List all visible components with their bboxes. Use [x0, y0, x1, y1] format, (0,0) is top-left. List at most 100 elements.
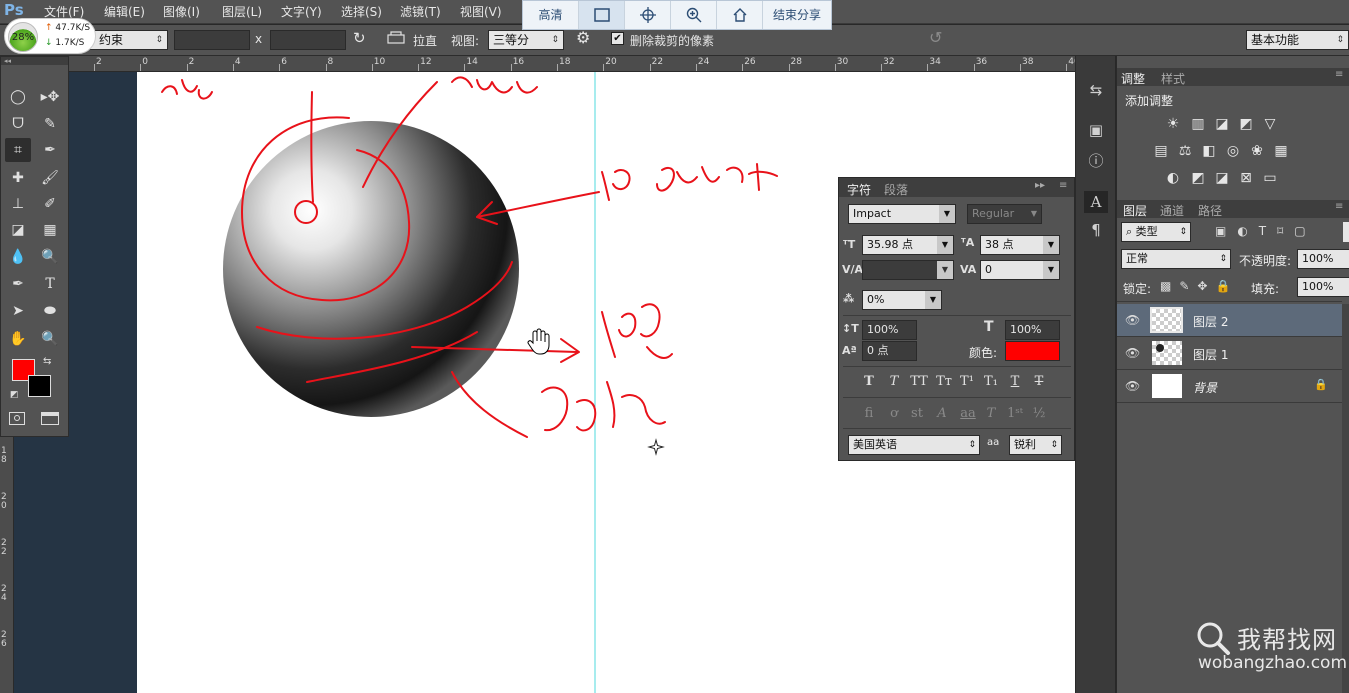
stylistic-alternates-icon[interactable]: aa	[957, 406, 979, 421]
menu-layer[interactable]: 图层(L)	[222, 3, 262, 20]
font-style-select[interactable]: Regular ▼	[967, 204, 1042, 224]
layer-name[interactable]: 图层 2	[1193, 313, 1228, 330]
quality-button[interactable]: 高清	[523, 1, 579, 29]
eye-icon[interactable]: 👁	[1125, 346, 1140, 360]
hue-saturation-icon[interactable]: ▤	[1152, 142, 1170, 160]
tab-channels[interactable]: 通道	[1160, 202, 1184, 219]
posterize-icon[interactable]: ◩	[1189, 169, 1207, 187]
gradient-map-icon[interactable]: ▭	[1261, 169, 1279, 187]
menu-select[interactable]: 选择(S)	[341, 3, 382, 20]
discretionary-ligature-icon[interactable]: st	[908, 406, 926, 421]
subscript-icon[interactable]: T₁	[982, 374, 1000, 389]
menu-edit[interactable]: 编辑(E)	[104, 3, 145, 20]
filter-toggle[interactable]	[1343, 222, 1349, 242]
menu-type[interactable]: 文字(Y)	[281, 3, 322, 20]
collapse-icon[interactable]: ▸▸	[1035, 180, 1045, 191]
hand-tool-icon[interactable]: ✋	[5, 327, 31, 351]
panel-menu-icon[interactable]: ≡	[1059, 180, 1067, 191]
titling-alternates-icon[interactable]: T	[982, 406, 1000, 421]
crop-tool-icon[interactable]: ⌗	[5, 138, 31, 162]
layer-filter-icons[interactable]: ▣◐T⌑▢	[1215, 224, 1317, 238]
menu-filter[interactable]: 滤镜(T)	[400, 3, 441, 20]
type-tool-icon[interactable]: T	[37, 272, 63, 296]
region-select-button[interactable]	[579, 1, 625, 29]
underline-icon[interactable]: T	[1006, 374, 1024, 389]
tools-panel-header[interactable]: ◂◂	[1, 57, 68, 65]
eraser-tool-icon[interactable]: ◪	[5, 218, 31, 242]
faux-bold-icon[interactable]: T	[860, 374, 878, 389]
layer-name[interactable]: 图层 1	[1193, 346, 1228, 363]
elliptical-marquee-tool-icon[interactable]: ◯	[5, 85, 31, 109]
tab-paths[interactable]: 路径	[1198, 202, 1222, 219]
fill-input[interactable]: 100%	[1297, 277, 1349, 297]
kerning-input[interactable]: ▼	[862, 260, 954, 280]
channel-mixer-icon[interactable]: ❀	[1248, 142, 1266, 160]
vertical-scale-input[interactable]: 100%	[862, 320, 917, 340]
clone-stamp-tool-icon[interactable]: ⊥	[5, 192, 31, 216]
tab-styles[interactable]: 样式	[1161, 70, 1185, 87]
lasso-tool-icon[interactable]: ᗜ	[5, 112, 31, 136]
selective-color-icon[interactable]: ⊠	[1237, 169, 1255, 187]
old-style-icon[interactable]: ơ	[885, 406, 903, 421]
baseline-shift-input[interactable]: 0 点	[862, 341, 917, 361]
levels-icon[interactable]: ▥	[1189, 115, 1207, 133]
invert-icon[interactable]: ◐	[1164, 169, 1182, 187]
layer-row-background[interactable]: 👁 背景 🔒	[1117, 370, 1342, 403]
exposure-icon[interactable]: ◩	[1237, 115, 1255, 133]
end-share-button[interactable]: 结束分享	[763, 1, 831, 29]
blur-tool-icon[interactable]: 💧	[5, 245, 31, 269]
background-color-swatch[interactable]	[28, 375, 51, 397]
font-size-input[interactable]: 35.98 点 ▼	[862, 235, 954, 255]
delete-cropped-checkbox[interactable]: ✔	[611, 31, 624, 45]
workspace-select[interactable]: 基本功能 ⇕	[1246, 30, 1349, 50]
tsume-input[interactable]: 0% ▼	[862, 290, 942, 310]
character-panel-icon[interactable]: A	[1084, 191, 1108, 213]
gradient-tool-icon[interactable]: ▦	[37, 218, 63, 242]
default-colors-icon[interactable]: ◩	[10, 390, 19, 400]
all-caps-icon[interactable]: TT	[908, 374, 930, 389]
zoom-tool-icon[interactable]: 🔍	[37, 327, 63, 351]
blend-mode-select[interactable]: 正常 ⇕	[1121, 249, 1231, 269]
ligature-icon[interactable]: ﬁ	[860, 406, 878, 421]
color-balance-icon[interactable]: ⚖	[1176, 142, 1194, 160]
language-select[interactable]: 美国英语 ⇕	[848, 435, 980, 455]
crop-height-input[interactable]	[270, 30, 346, 50]
black-white-icon[interactable]: ◧	[1200, 142, 1218, 160]
opacity-input[interactable]: 100%	[1297, 249, 1349, 269]
tab-layers[interactable]: 图层	[1123, 202, 1147, 219]
eye-icon[interactable]: 👁	[1125, 313, 1140, 327]
history-brush-tool-icon[interactable]: ✐	[37, 192, 63, 216]
swap-rotate-icon[interactable]: ↻	[353, 29, 366, 47]
pen-tool-icon[interactable]: ✒	[5, 272, 31, 296]
layer-name[interactable]: 背景	[1193, 379, 1217, 396]
antialias-select[interactable]: 锐利 ⇕	[1009, 435, 1062, 455]
history-panel-icon[interactable]: ⇆	[1084, 79, 1108, 101]
layer-row-layer1[interactable]: 👁 图层 1	[1117, 337, 1342, 370]
healing-brush-tool-icon[interactable]: ✚	[5, 166, 31, 190]
straighten-icon[interactable]	[387, 31, 405, 48]
ordinals-icon[interactable]: 1ˢᵗ	[1006, 406, 1024, 421]
menu-view[interactable]: 视图(V)	[460, 3, 502, 20]
quick-mask-icon[interactable]	[9, 412, 25, 425]
eye-icon[interactable]: 👁	[1125, 379, 1140, 393]
menu-image[interactable]: 图像(I)	[163, 3, 200, 20]
screen-mode-icon[interactable]	[41, 412, 59, 425]
ellipse-tool-icon[interactable]: ⬬	[37, 299, 63, 323]
superscript-icon[interactable]: T¹	[958, 374, 976, 389]
layer-row-layer2[interactable]: 👁 图层 2	[1117, 304, 1342, 337]
paragraph-panel-icon[interactable]: ¶	[1084, 219, 1108, 241]
move-tool-icon[interactable]: ▸✥	[37, 85, 63, 109]
gear-icon[interactable]: ⚙	[576, 28, 590, 47]
text-color-swatch[interactable]	[1005, 341, 1060, 361]
zoom-button[interactable]	[671, 1, 717, 29]
crosshair-button[interactable]	[625, 1, 671, 29]
swash-icon[interactable]: A	[933, 406, 951, 421]
path-selection-tool-icon[interactable]: ➤	[5, 299, 31, 323]
tab-character[interactable]: 字符	[847, 181, 871, 198]
font-family-select[interactable]: Impact ▼	[848, 204, 956, 224]
tracking-input[interactable]: 0 ▼	[980, 260, 1060, 280]
photo-filter-icon[interactable]: ◎	[1224, 142, 1242, 160]
properties-panel-icon[interactable]: ▣	[1084, 119, 1108, 141]
curves-icon[interactable]: ◪	[1213, 115, 1231, 133]
strikethrough-icon[interactable]: T	[1030, 374, 1048, 389]
